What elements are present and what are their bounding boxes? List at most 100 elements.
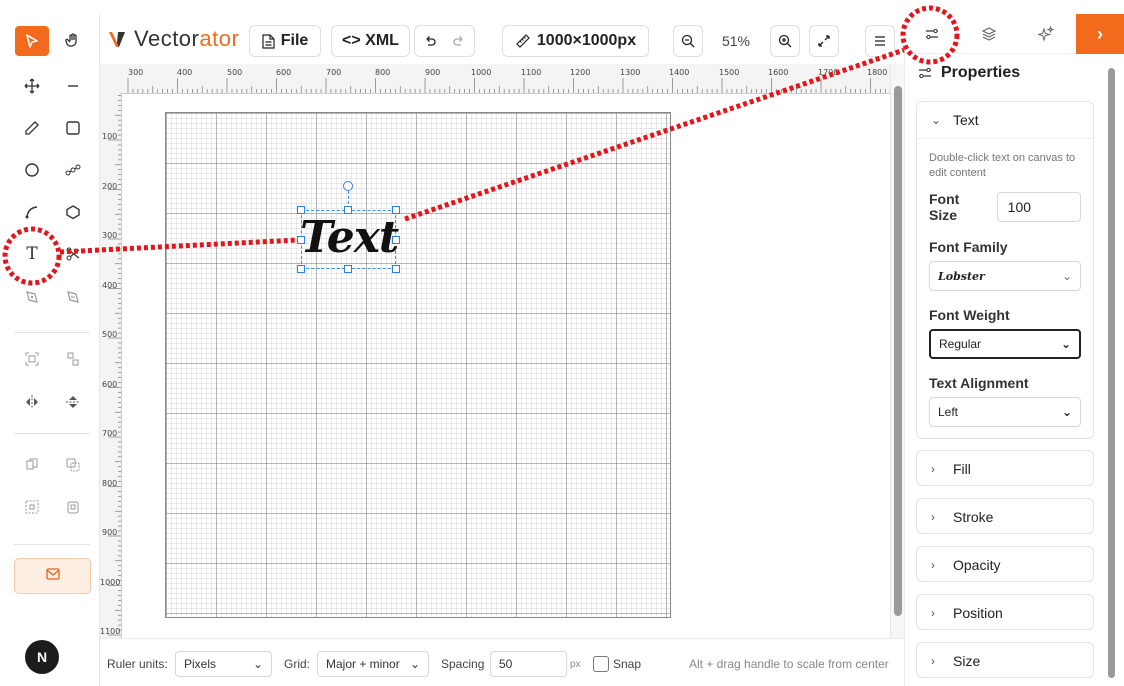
grid-select[interactable]: Major + minor ⌄ (317, 651, 429, 677)
path-nodes-icon[interactable] (56, 155, 90, 185)
hand-icon[interactable] (56, 26, 90, 56)
opacity-section-label: Opacity (953, 557, 1001, 573)
logo-text-prefix: Vector (134, 26, 200, 51)
text-section-header[interactable]: ⌄ Text (917, 102, 1093, 138)
pen-remove-icon[interactable] (56, 282, 90, 312)
pen-icon[interactable] (15, 113, 49, 143)
copy-icon[interactable] (56, 450, 90, 480)
group-icon[interactable] (15, 344, 49, 374)
xml-button[interactable]: <> XML (331, 25, 410, 57)
spacing-unit: px (570, 658, 581, 670)
ungroup-icon[interactable] (56, 344, 90, 374)
chevron-down-icon: ⌄ (1061, 405, 1072, 419)
pen-add-icon[interactable] (15, 282, 49, 312)
canvas-size-button[interactable]: 1000×1000px (502, 25, 649, 57)
ruler-units-select[interactable]: Pixels ⌄ (175, 651, 272, 677)
canvas-scrollbar-thumb[interactable] (894, 86, 902, 616)
properties-tab[interactable] (917, 22, 947, 46)
position-section[interactable]: › Position (916, 594, 1094, 630)
font-family-select[interactable]: Lobster ⌄ (929, 261, 1081, 291)
select-arrow-icon[interactable] (15, 26, 49, 56)
avatar[interactable]: N (25, 640, 59, 674)
file-button[interactable]: File (249, 25, 321, 57)
toolbar-divider (14, 544, 90, 545)
resize-handle-ne[interactable] (392, 206, 400, 214)
font-size-input[interactable]: 100 (996, 192, 1081, 222)
resize-handle-sw[interactable] (297, 265, 305, 273)
minus-icon[interactable] (56, 71, 90, 101)
text-alignment-select[interactable]: Left ⌄ (929, 397, 1081, 427)
toolbar-divider (14, 332, 90, 333)
paste-icon[interactable] (56, 492, 90, 522)
chevron-right-icon: › (931, 510, 935, 524)
status-bar: Ruler units: Pixels ⌄ Grid: Major + mino… (100, 638, 904, 686)
ruler-label: 500 (102, 330, 118, 339)
menu-button[interactable] (865, 25, 895, 57)
left-toolbar: T N (0, 14, 100, 686)
spacing-value: 50 (499, 657, 513, 671)
ruler-label: 1300 (620, 68, 641, 77)
toolbar-divider (14, 433, 90, 434)
canvas-area[interactable] (122, 94, 890, 638)
snap-checkbox[interactable] (593, 656, 609, 672)
resize-handle-s[interactable] (344, 265, 352, 273)
scissors-icon[interactable] (56, 239, 90, 269)
resize-handle-nw[interactable] (297, 206, 305, 214)
panel-scrollbar[interactable] (1106, 56, 1118, 684)
text-icon[interactable]: T (15, 239, 49, 269)
fill-section[interactable]: › Fill (916, 450, 1094, 486)
chevron-right-icon: › (931, 654, 935, 668)
ruler-label: 1200 (570, 68, 591, 77)
ruler-label: 1100 (521, 68, 542, 77)
zoom-in-button[interactable] (770, 25, 800, 57)
ellipse-icon[interactable] (15, 155, 49, 185)
ruler-label: 700 (326, 68, 342, 77)
ruler-label: 1100 (100, 627, 121, 636)
size-section-label: Size (953, 653, 981, 669)
canvas-text-object[interactable]: Text (300, 212, 399, 263)
canvas-scrollbar[interactable] (890, 64, 904, 638)
logo-text-suffix: ator (199, 26, 240, 51)
font-weight-label: Font Weight (929, 307, 1010, 323)
rectangle-icon[interactable] (56, 113, 90, 143)
resize-handle-e[interactable] (392, 236, 400, 244)
opacity-section[interactable]: › Opacity (916, 546, 1094, 582)
resize-handle-se[interactable] (392, 265, 400, 273)
snap-toggle[interactable]: Snap (593, 651, 641, 677)
flip-vertical-icon[interactable] (56, 387, 90, 417)
artboard[interactable] (165, 112, 671, 618)
flip-horizontal-icon[interactable] (15, 387, 49, 417)
font-family-value: Lobster (938, 269, 985, 283)
zoom-out-button[interactable] (673, 25, 703, 57)
ai-tab[interactable] (1031, 22, 1061, 46)
fullscreen-button[interactable] (809, 25, 839, 57)
ruler-label: 400 (177, 68, 193, 77)
zoom-level: 51% (710, 25, 762, 57)
font-weight-select[interactable]: Regular ⌄ (929, 329, 1081, 359)
curve-icon[interactable] (15, 197, 49, 227)
duplicate-icon[interactable] (15, 450, 49, 480)
polygon-icon[interactable] (56, 197, 90, 227)
select-frame-icon[interactable] (15, 492, 49, 522)
ruler-label: 600 (102, 380, 118, 389)
ruler-icon (515, 33, 531, 49)
move-icon[interactable] (15, 71, 49, 101)
spacing-input[interactable]: 50 (490, 651, 567, 677)
undo-icon[interactable] (415, 34, 445, 48)
history-group (414, 25, 475, 57)
resize-handle-w[interactable] (297, 236, 305, 244)
collapse-panel-button[interactable]: › (1076, 14, 1124, 54)
properties-panel: Properties ⌄ Text Double-click text on c… (904, 54, 1124, 686)
stroke-section[interactable]: › Stroke (916, 498, 1094, 534)
size-section[interactable]: › Size (916, 642, 1094, 678)
layers-tab[interactable] (974, 22, 1004, 46)
panel-scrollbar-thumb[interactable] (1108, 68, 1115, 678)
ruler-corner (100, 64, 120, 94)
feedback-button[interactable] (14, 558, 91, 594)
ruler-units-label: Ruler units: (107, 657, 168, 671)
ruler-label: 300 (102, 231, 118, 240)
redo-icon[interactable] (445, 34, 475, 48)
rotate-handle[interactable] (343, 181, 353, 191)
resize-handle-n[interactable] (344, 206, 352, 214)
zoom-in-icon (778, 34, 792, 48)
